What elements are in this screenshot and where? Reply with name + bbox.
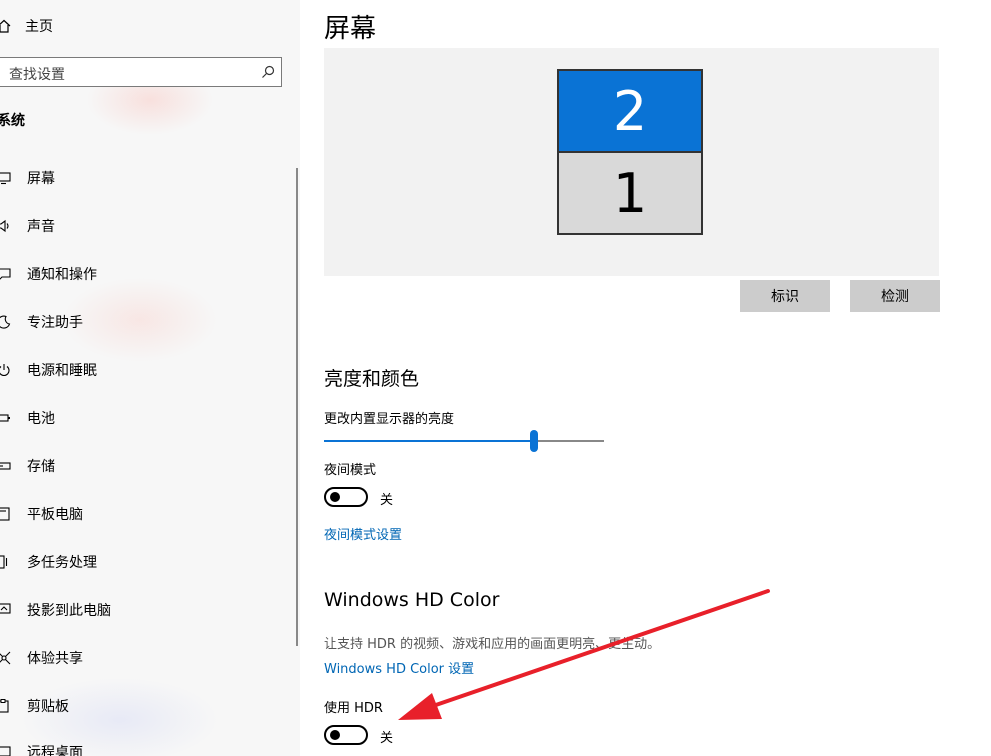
sidebar-item-label: 多任务处理: [27, 555, 97, 571]
power-icon: [0, 362, 11, 378]
home-link[interactable]: 主页: [0, 14, 53, 38]
search-input[interactable]: 查找设置: [0, 57, 282, 87]
arrow-shaft: [428, 589, 770, 709]
sidebar-scrollbar[interactable]: [296, 168, 298, 646]
speaker-icon: [0, 218, 11, 234]
tablet-icon: [0, 506, 11, 522]
brightness-slider[interactable]: [324, 430, 604, 454]
brightness-heading: 亮度和颜色: [324, 368, 420, 390]
sidebar-item-label: 屏幕: [27, 171, 55, 187]
home-icon: [0, 19, 11, 33]
search-placeholder: 查找设置: [9, 67, 65, 83]
hdr-label: 使用 HDR: [324, 701, 383, 716]
sidebar-item-shared-experiences[interactable]: 体验共享: [0, 642, 290, 674]
message-icon: [0, 266, 11, 282]
remote-desktop-icon: [0, 744, 11, 756]
clipboard-icon: [0, 698, 11, 714]
sidebar-item-notifications[interactable]: 通知和操作: [0, 258, 290, 290]
display-1[interactable]: 1: [557, 151, 703, 235]
sidebar-item-label: 平板电脑: [27, 507, 83, 523]
display-arrangement: 2 1: [324, 48, 939, 276]
main-content: 屏幕 2 1 标识 检测 亮度和颜色 更改内置显示器的亮度 夜间模式 关 夜间模…: [300, 0, 991, 756]
toggle-knob: [330, 730, 340, 740]
home-label: 主页: [25, 19, 53, 35]
sidebar-item-sound[interactable]: 声音: [0, 210, 290, 242]
sidebar-item-project[interactable]: 投影到此电脑: [0, 594, 290, 626]
moon-icon: [0, 314, 11, 330]
sidebar-item-label: 体验共享: [27, 651, 83, 667]
share-icon: [0, 650, 11, 666]
arrow-head: [398, 693, 442, 720]
night-mode-toggle[interactable]: [324, 487, 368, 507]
sidebar-item-battery[interactable]: 电池: [0, 402, 290, 434]
storage-icon: [0, 458, 11, 474]
battery-icon: [0, 410, 11, 426]
sidebar-item-label: 专注助手: [27, 315, 83, 331]
night-mode-settings-link[interactable]: 夜间模式设置: [324, 524, 402, 543]
section-label: 系统: [0, 113, 25, 129]
sidebar-item-storage[interactable]: 存储: [0, 450, 290, 482]
multitask-icon: [0, 554, 11, 570]
slider-fill: [324, 440, 534, 442]
sidebar-item-label: 声音: [27, 219, 55, 235]
page-title: 屏幕: [324, 14, 377, 44]
sidebar-item-multitasking[interactable]: 多任务处理: [0, 546, 290, 578]
sidebar-item-label: 远程桌面: [27, 745, 83, 756]
annotation-arrow: [398, 589, 770, 720]
identify-button[interactable]: 标识: [740, 280, 830, 312]
sidebar-item-label: 存储: [27, 459, 55, 475]
sidebar-item-focus-assist[interactable]: 专注助手: [0, 306, 290, 338]
search-icon[interactable]: [261, 64, 275, 83]
sidebar: 主页 查找设置 系统 屏幕 声音 通知和操作 专注助手 电源和睡眠 电池 存储 …: [0, 0, 300, 756]
sidebar-item-label: 通知和操作: [27, 267, 97, 283]
sidebar-item-remote-desktop[interactable]: 远程桌面: [0, 736, 290, 756]
sidebar-item-power-sleep[interactable]: 电源和睡眠: [0, 354, 290, 386]
sidebar-item-label: 剪贴板: [27, 699, 69, 715]
sidebar-item-display[interactable]: 屏幕: [0, 162, 290, 194]
toggle-knob: [330, 492, 340, 502]
night-mode-state: 关: [380, 493, 394, 508]
brightness-label: 更改内置显示器的亮度: [324, 412, 455, 427]
detect-button[interactable]: 检测: [850, 280, 940, 312]
sidebar-item-tablet[interactable]: 平板电脑: [0, 498, 290, 530]
project-icon: [0, 602, 11, 618]
sidebar-item-label: 电池: [27, 411, 55, 427]
slider-thumb[interactable]: [530, 430, 538, 452]
sidebar-item-label: 投影到此电脑: [27, 603, 111, 619]
night-mode-label: 夜间模式: [324, 463, 377, 478]
display-2[interactable]: 2: [557, 69, 703, 153]
sidebar-item-label: 电源和睡眠: [27, 363, 97, 379]
hdr-toggle[interactable]: [324, 725, 368, 745]
monitor-icon: [0, 170, 11, 186]
sidebar-item-clipboard[interactable]: 剪贴板: [0, 690, 290, 722]
